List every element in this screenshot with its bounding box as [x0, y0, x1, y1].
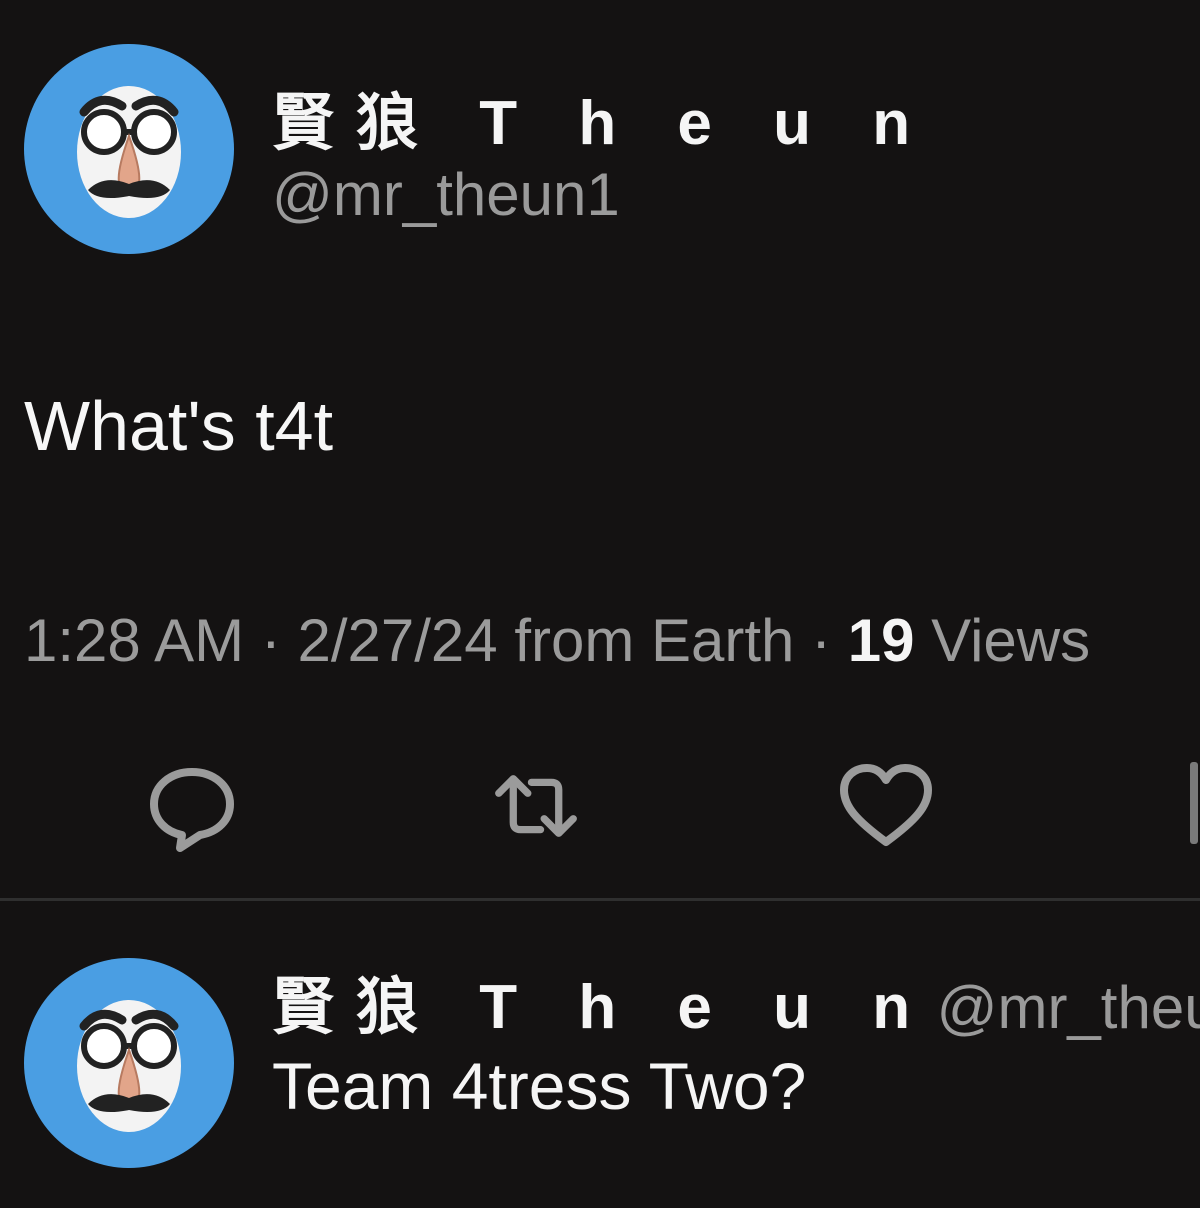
reply-author-handle[interactable]: @mr_theun1 [937, 974, 1200, 1041]
retweet-icon [495, 775, 577, 837]
reply-bubble-icon [150, 768, 234, 852]
tweet-time[interactable]: 1:28 AM [24, 607, 244, 674]
meta-separator: · [811, 607, 832, 674]
groucho-glasses-egg-icon [77, 86, 181, 218]
tweet-source: from Earth [514, 607, 795, 674]
tweet-author-handle[interactable]: @mr_theun1 [272, 160, 620, 229]
reply-author-avatar[interactable] [24, 958, 234, 1168]
tweet-date[interactable]: 2/27/24 [297, 607, 497, 674]
retweet-button[interactable] [486, 756, 586, 856]
reply-header: 賢狼 T h e u n @mr_theun1 [272, 956, 1200, 1046]
views-label[interactable]: Views [931, 607, 1090, 674]
like-button[interactable] [836, 756, 936, 856]
tweet-text: What's t4t [24, 387, 334, 465]
heart-icon [840, 764, 932, 846]
views-count[interactable]: 19 [848, 607, 915, 674]
tweet-author-avatar[interactable] [24, 44, 234, 254]
groucho-glasses-egg-icon [77, 1000, 181, 1132]
reply-text: Team 4tress Two? [272, 1049, 807, 1123]
reply-button[interactable] [142, 756, 242, 856]
divider [0, 898, 1200, 901]
reply-author-name[interactable]: 賢狼 T h e u n [272, 973, 932, 1042]
tweet-author-name[interactable]: 賢狼 T h e u n [272, 72, 932, 162]
bookmark-icon[interactable] [1190, 762, 1198, 844]
meta-separator: · [260, 607, 281, 674]
tweet-meta: 1:28 AM · 2/27/24 from Earth · 19 Views [24, 606, 1200, 675]
